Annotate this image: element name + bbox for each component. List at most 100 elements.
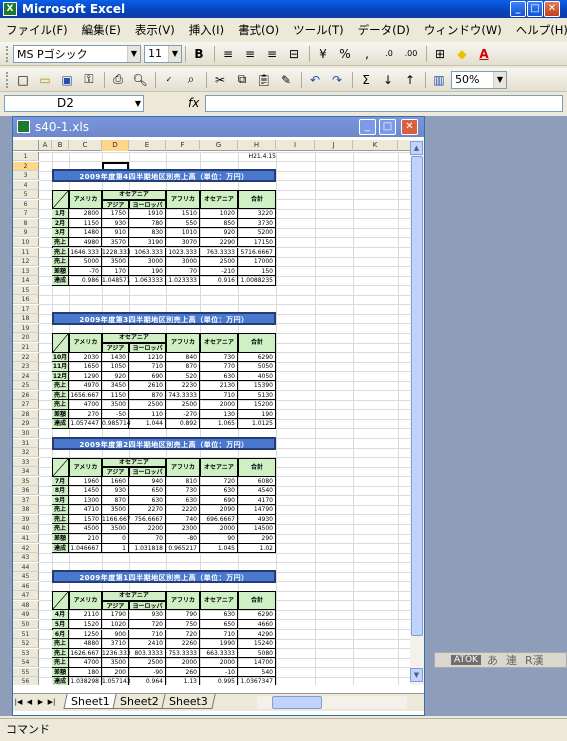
paste-icon[interactable]: 📋︎ <box>254 70 274 90</box>
table-cell[interactable]: 1.0367347 <box>238 677 276 685</box>
row-header[interactable]: 25 <box>13 381 39 391</box>
table-cell[interactable]: 2110 <box>69 610 102 620</box>
table-cell[interactable]: 5130 <box>238 390 276 401</box>
align-center-icon[interactable]: ≡ <box>240 44 260 64</box>
horizontal-scrollbar[interactable] <box>257 696 407 709</box>
table-cell[interactable]: -210 <box>200 266 238 277</box>
table-cell[interactable]: 2500 <box>129 400 166 410</box>
table-cell[interactable]: 90 <box>200 534 238 544</box>
table-cell[interactable]: 3570 <box>102 237 129 248</box>
table-cell[interactable]: 930 <box>102 486 129 496</box>
table-cell[interactable]: 17150 <box>238 237 276 248</box>
row-header[interactable]: 49 <box>13 610 39 620</box>
chevron-down-icon[interactable]: ▼ <box>127 45 140 62</box>
table-cell[interactable]: 260 <box>166 667 200 678</box>
table-cell[interactable]: 1236.333 <box>102 648 131 659</box>
table-cell[interactable]: 1570 <box>69 514 102 525</box>
insert-function-icon[interactable]: fx <box>188 96 199 110</box>
column-header[interactable]: H <box>238 140 276 151</box>
chevron-down-icon[interactable]: ▼ <box>168 45 181 62</box>
table-cell[interactable]: 730 <box>200 352 238 363</box>
table-cell[interactable]: 920 <box>102 371 129 382</box>
table-cell[interactable]: 2800 <box>69 209 102 219</box>
column-header[interactable]: K <box>353 140 398 151</box>
table-cell[interactable]: 630 <box>200 610 238 620</box>
table-cell[interactable]: 4970 <box>69 381 102 391</box>
table-cell[interactable]: 2000 <box>166 658 200 668</box>
table-cell[interactable]: 830 <box>129 228 166 238</box>
table-cell[interactable]: 70 <box>166 266 200 277</box>
table-cell[interactable]: 6290 <box>238 610 276 620</box>
row-header[interactable]: 6 <box>13 199 39 209</box>
workbook-close-button[interactable]: ✕ <box>401 119 418 135</box>
row-header[interactable]: 31 <box>13 438 39 448</box>
row-header[interactable]: 38 <box>13 505 39 515</box>
table-cell[interactable]: 710 <box>129 629 166 640</box>
table-cell[interactable]: 1480 <box>69 228 102 238</box>
table-cell[interactable]: 730 <box>166 486 200 496</box>
table-cell[interactable]: 1050 <box>102 362 129 372</box>
menu-item[interactable]: ファイル(F) <box>6 22 68 38</box>
row-header[interactable]: 26 <box>13 390 39 400</box>
row-header[interactable]: 52 <box>13 639 39 649</box>
table-cell[interactable]: 1228.333 <box>102 247 131 258</box>
menu-item[interactable]: 書式(O) <box>238 22 279 38</box>
row-header[interactable]: 30 <box>13 428 39 438</box>
table-cell[interactable]: 1020 <box>102 619 129 630</box>
table-cell[interactable]: 3000 <box>166 257 200 267</box>
row-header[interactable]: 35 <box>13 476 39 486</box>
table-cell[interactable]: 740 <box>166 514 200 525</box>
table-cell[interactable]: 870 <box>102 495 129 506</box>
table-cell[interactable]: 3730 <box>238 218 276 229</box>
table-cell[interactable]: 1990 <box>200 639 238 649</box>
table-cell[interactable]: 2610 <box>129 381 166 391</box>
row-header[interactable]: 1 <box>13 152 39 161</box>
table-cell[interactable]: 1.038298 <box>69 677 102 685</box>
align-left-icon[interactable]: ≡ <box>218 44 238 64</box>
name-box[interactable]: D2 ▼ <box>4 95 144 112</box>
table-cell[interactable]: 1430 <box>102 352 129 363</box>
font-name-select[interactable]: MS Pゴシック ▼ <box>13 44 141 63</box>
table-cell[interactable]: 750 <box>166 619 200 630</box>
table-cell[interactable]: 770 <box>200 362 238 372</box>
table-cell[interactable]: 930 <box>102 218 129 229</box>
row-header[interactable]: 11 <box>13 247 39 257</box>
ime-mode-romaji[interactable]: R漢 <box>525 652 544 668</box>
table-cell[interactable]: -270 <box>166 409 200 420</box>
minimize-button[interactable]: _ <box>510 1 526 17</box>
menu-item[interactable]: 表示(V) <box>135 22 175 38</box>
table-cell[interactable]: 0.965217 <box>166 543 200 554</box>
table-cell[interactable]: 710 <box>129 362 166 372</box>
table-cell[interactable]: -90 <box>129 667 166 678</box>
workbook-minimize-button[interactable]: _ <box>359 119 376 135</box>
row-header[interactable]: 10 <box>13 237 39 247</box>
table-cell[interactable]: 0.995 <box>200 677 238 685</box>
first-sheet-icon[interactable]: |◀ <box>13 695 24 709</box>
bold-icon[interactable]: B <box>189 44 209 64</box>
table-cell[interactable]: 690 <box>129 371 166 382</box>
vertical-scrollbar[interactable]: ▲ ▼ <box>410 140 424 685</box>
currency-icon[interactable]: ¥ <box>313 44 333 64</box>
column-header[interactable]: I <box>276 140 315 151</box>
table-cell[interactable]: 630 <box>200 486 238 496</box>
table-cell[interactable]: 2000 <box>200 524 238 534</box>
table-cell[interactable]: 756.6667 <box>129 514 166 525</box>
table-cell[interactable]: 630 <box>129 495 166 506</box>
merge-center-icon[interactable]: ⊟ <box>284 44 304 64</box>
workbook-icon[interactable] <box>17 120 30 133</box>
table-cell[interactable]: 690 <box>200 495 238 506</box>
toolbar-grip[interactable] <box>6 71 9 88</box>
table-cell[interactable]: 3710 <box>102 639 129 649</box>
row-header[interactable]: 48 <box>13 600 39 610</box>
column-header[interactable]: F <box>166 140 200 151</box>
table-cell[interactable]: 3500 <box>102 257 129 267</box>
row-header[interactable]: 51 <box>13 629 39 639</box>
table-cell[interactable]: 1.0088235 <box>238 276 276 286</box>
row-header[interactable]: 27 <box>13 400 39 410</box>
table-cell[interactable]: 753.3333 <box>166 648 200 659</box>
copy-icon[interactable]: ⧉ <box>232 70 252 90</box>
chart-wizard-icon[interactable]: ▥ <box>429 70 449 90</box>
row-header[interactable]: 47 <box>13 591 39 601</box>
table-cell[interactable]: 900 <box>102 629 129 640</box>
table-cell[interactable]: 1626.667 <box>69 648 102 659</box>
